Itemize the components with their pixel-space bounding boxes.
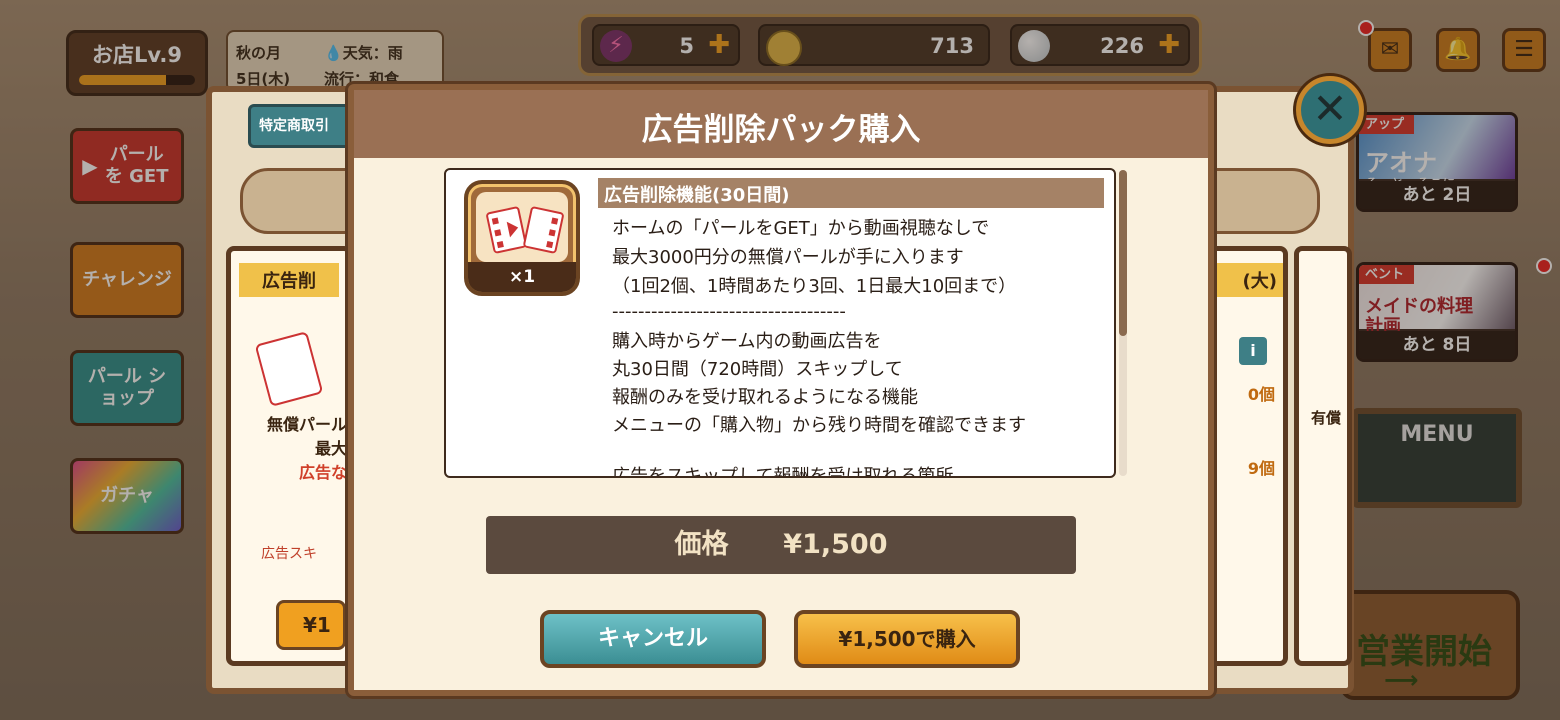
desc-line-10: 広告をスキップして報酬を受け取れる箇所 bbox=[612, 466, 953, 476]
price-bar: 価格 ¥1,500 bbox=[486, 516, 1076, 574]
back-product-card-far-right: 有償 bbox=[1294, 246, 1352, 666]
desc-line-6: 丸30日間（720時間）スキップして bbox=[612, 359, 903, 380]
legal-tab[interactable]: 特定商取引 bbox=[248, 104, 358, 148]
desc-line-7: 報酬のみを受け取れるようになる機能 bbox=[612, 387, 918, 408]
info-icon[interactable]: i bbox=[1239, 337, 1267, 365]
close-icon: ✕ bbox=[1312, 84, 1348, 133]
desc-clip: 広告をスキップして報酬を受け取れる箇所 bbox=[446, 466, 1114, 476]
close-button[interactable]: ✕ bbox=[1296, 76, 1364, 144]
back-card-highlight: 広告な bbox=[298, 463, 347, 482]
back-far-right-label: 有償 bbox=[1311, 409, 1342, 427]
dialog-title: 広告削除パック購入 bbox=[641, 112, 921, 148]
back-card-footer: 広告スキ bbox=[261, 546, 317, 562]
legal-tab-label: 特定商取引 bbox=[259, 118, 329, 134]
back-right-count2: 9個 bbox=[1247, 459, 1275, 478]
desc-line-5: 購入時からゲーム内の動画広告を bbox=[612, 331, 882, 352]
buy-button[interactable]: ¥1,500で購入 bbox=[794, 610, 1020, 668]
desc-line-1: ホームの「パールをGET」から動画視聴なしで bbox=[612, 218, 990, 239]
back-card-title: 広告削 bbox=[239, 263, 339, 297]
ad-ticket-icon-bg bbox=[476, 192, 568, 262]
desc-line-8: メニューの「購入物」から残り時間を確認できます bbox=[612, 415, 1026, 436]
cancel-button[interactable]: キャンセル bbox=[540, 610, 766, 668]
feature-heading: 広告削除機能(30日間) bbox=[598, 178, 1104, 208]
ad-ticket-icon bbox=[254, 331, 324, 407]
back-card-body2: 最大 bbox=[314, 439, 347, 458]
back-price-button[interactable]: ¥1 bbox=[276, 600, 346, 650]
item-quantity: ×1 bbox=[468, 262, 576, 292]
back-price-label: ¥1 bbox=[303, 613, 331, 637]
price-label: 価格 bbox=[674, 529, 729, 560]
back-right-count1: 0個 bbox=[1247, 385, 1275, 404]
back-product-card-right: (大) i 0個 9個 bbox=[1208, 246, 1288, 666]
back-card-body: 無償パール bbox=[266, 415, 347, 434]
buy-label: ¥1,500で購入 bbox=[838, 627, 976, 651]
price-value: ¥1,500 bbox=[783, 529, 888, 560]
back-right-title: (大) bbox=[1213, 263, 1283, 297]
desc-line-2: 最大3000円分の無償パールが手に入ります bbox=[612, 247, 964, 268]
desc-line-3: （1回2個、1時間あたり3回、1日最大10回まで） bbox=[612, 276, 1017, 297]
cancel-label: キャンセル bbox=[597, 626, 708, 651]
broken-ticket-icon bbox=[486, 206, 564, 254]
desc-divider: ------------------------------------ bbox=[612, 301, 846, 322]
description-scroll-thumb[interactable] bbox=[1119, 170, 1127, 336]
